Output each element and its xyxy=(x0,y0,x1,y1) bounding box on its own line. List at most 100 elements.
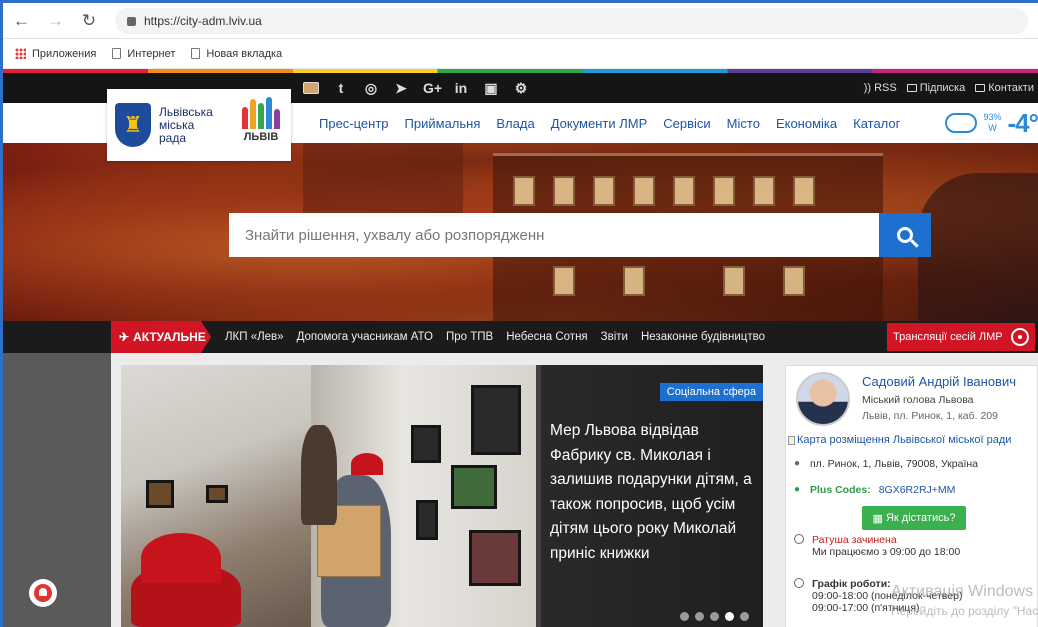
search-button[interactable] xyxy=(879,213,931,257)
mail-icon xyxy=(975,84,986,92)
slider-dot[interactable] xyxy=(695,612,704,621)
bookmark-apps[interactable]: Приложения xyxy=(15,48,96,60)
issuu-icon[interactable] xyxy=(303,82,319,94)
reload-icon[interactable]: ↻ xyxy=(81,11,97,31)
location-pin-icon: ● xyxy=(794,458,801,469)
windows-watermark: Активація Windows xyxy=(891,583,1034,600)
subscribe-icon xyxy=(906,84,917,92)
route-button[interactable]: ▦ Як дістатись? xyxy=(862,506,966,530)
slider-dot[interactable] xyxy=(740,612,749,621)
strip-link[interactable]: Небесна Сотня xyxy=(506,331,587,343)
url-text: https://city-adm.lviv.ua xyxy=(144,13,262,28)
mayor-avatar xyxy=(796,372,850,426)
towers-icon xyxy=(239,97,283,129)
page-icon xyxy=(191,48,201,59)
strip-link[interactable]: Допомога учасникам АТО xyxy=(297,331,433,343)
search-input[interactable]: Знайти рішення, ухвалу або розпорядженн xyxy=(229,213,879,257)
hero-building xyxy=(303,143,463,213)
news-slider[interactable]: Мер Львова відвідав Фабрику св. Миколая … xyxy=(121,365,763,627)
humidity: 93% xyxy=(983,112,1002,122)
menu-item-reception[interactable]: Приймальня xyxy=(397,116,489,131)
bookmarks-bar: Приложения Интернет Новая вкладка xyxy=(3,39,1038,69)
rss-link[interactable]: )) RSS xyxy=(864,82,897,94)
cloud-icon xyxy=(945,113,978,133)
brand-word: ЛЬВІВ xyxy=(243,131,279,143)
category-badge[interactable]: Соціальна сфера xyxy=(659,383,763,401)
telegram-icon[interactable]: ➤ xyxy=(393,80,409,96)
menu-item-services[interactable]: Сервіси xyxy=(655,116,718,131)
weather-meta: 93% W xyxy=(983,112,1001,134)
forward-arrow-icon[interactable]: → xyxy=(47,11,64,31)
slider-dot[interactable] xyxy=(710,612,719,621)
photo-frame xyxy=(471,385,521,455)
twitter-icon[interactable]: t xyxy=(333,80,349,96)
broadcast-button[interactable]: Трансляції сесій ЛМР xyxy=(887,323,1035,351)
notification-bell-button[interactable] xyxy=(29,579,57,607)
share-icon[interactable]: ⚙ xyxy=(513,80,529,96)
subscribe-label: Підписка xyxy=(919,82,966,94)
photo-frame xyxy=(451,465,497,509)
aktual-tag[interactable]: ✈ АКТУАЛЬНЕ xyxy=(111,321,211,353)
strip-link[interactable]: Звіти xyxy=(601,331,628,343)
topbar-right: )) RSS Підписка Контакти xyxy=(864,73,1034,103)
linkedin-icon[interactable]: in xyxy=(453,80,469,96)
photo-santa-hat xyxy=(351,453,383,475)
plus-code-link[interactable]: 8GX6R2RJ+MM xyxy=(879,484,956,496)
menu-item-authority[interactable]: Влада xyxy=(488,116,542,131)
left-gutter xyxy=(3,353,111,627)
map-alt-text: Карта розміщення Львівської міської ради xyxy=(797,434,1012,446)
slide-headline[interactable]: Мер Львова відвідав Фабрику св. Миколая … xyxy=(550,419,755,566)
photo-frame xyxy=(411,425,441,463)
site-logo[interactable]: ♜ Львівська міська рада ЛЬВІВ xyxy=(107,89,291,161)
lviv-brand-logo: ЛЬВІВ xyxy=(239,97,283,153)
search-icon xyxy=(897,227,913,243)
mayor-name[interactable]: Садовий Андрій Іванович xyxy=(862,374,1016,389)
mayor-role: Міський голова Львова xyxy=(862,394,974,406)
back-arrow-icon[interactable]: ← xyxy=(13,11,30,31)
menu-item-documents[interactable]: Документи ЛМР xyxy=(543,116,656,131)
slider-dot-active[interactable] xyxy=(725,612,734,621)
bookmark-new-tab[interactable]: Новая вкладка xyxy=(191,48,282,60)
broadcast-label: Трансляції сесій ЛМР xyxy=(893,331,1003,343)
menu-item-press[interactable]: Прес-центр xyxy=(311,116,397,131)
clock-icon xyxy=(794,578,804,588)
url-field[interactable]: https://city-adm.lviv.ua xyxy=(115,7,1028,34)
plus-code-pin-icon: ● xyxy=(794,484,801,495)
contacts-link[interactable]: Контакти xyxy=(975,82,1034,94)
slide-photo xyxy=(121,365,541,627)
hours-note: Ми працюємо з 09:00 до 18:00 xyxy=(812,546,961,558)
rss-label: RSS xyxy=(874,82,897,94)
strip-link[interactable]: Про ТПВ xyxy=(446,331,493,343)
lock-icon xyxy=(127,17,136,26)
bookmark-label: Приложения xyxy=(32,47,97,60)
strip-link[interactable]: ЛКП «Лев» xyxy=(225,331,284,343)
menu-item-catalog[interactable]: Каталог xyxy=(845,116,908,131)
temperature: -4° xyxy=(1007,107,1038,138)
location-row: ● пл. Ринок, 1, Львів, 79008, Україна xyxy=(794,458,978,470)
menu-item-city[interactable]: Місто xyxy=(719,116,768,131)
mayor-address: Львів, пл. Ринок, 1, каб. 209 xyxy=(862,410,998,422)
slide-caption-panel: Мер Львова відвідав Фабрику св. Миколая … xyxy=(536,365,763,627)
main-menu: Прес-центр Приймальня Влада Документи ЛМ… xyxy=(311,103,908,143)
instagram-icon[interactable]: ◎ xyxy=(363,80,379,96)
photo-santa-hat xyxy=(141,533,221,583)
photo-frame xyxy=(469,530,521,586)
menu-item-economy[interactable]: Економіка xyxy=(768,116,845,131)
slider-dot[interactable] xyxy=(680,612,689,621)
browser-window: ← → ↻ https://city-adm.lviv.ua Приложени… xyxy=(0,0,1038,627)
apps-icon xyxy=(15,48,26,59)
social-links: f t ◎ ➤ G+ in ▣ ⚙ xyxy=(303,73,529,103)
wind-direction: W xyxy=(988,123,997,133)
map-image-link[interactable]: Карта розміщення Львівської міської ради xyxy=(788,434,1011,446)
subscribe-link[interactable]: Підписка xyxy=(906,82,966,94)
strip-links: ЛКП «Лев» Допомога учасникам АТО Про ТПВ… xyxy=(225,321,765,353)
bookmark-internet[interactable]: Интернет xyxy=(112,48,175,60)
weather-widget[interactable]: 93% W -4° xyxy=(945,103,1038,143)
google-plus-icon[interactable]: G+ xyxy=(423,80,442,96)
flipboard-icon[interactable]: ▣ xyxy=(483,80,499,96)
slider-dots xyxy=(680,612,749,621)
plus-codes-row: ● Plus Codes: 8GX6R2RJ+MM xyxy=(794,484,955,496)
status-row: Ратуша зачинена Ми працюємо з 09:00 до 18… xyxy=(794,534,960,558)
bookmark-label: Интернет xyxy=(127,47,176,60)
strip-link[interactable]: Незаконне будівництво xyxy=(641,331,765,343)
